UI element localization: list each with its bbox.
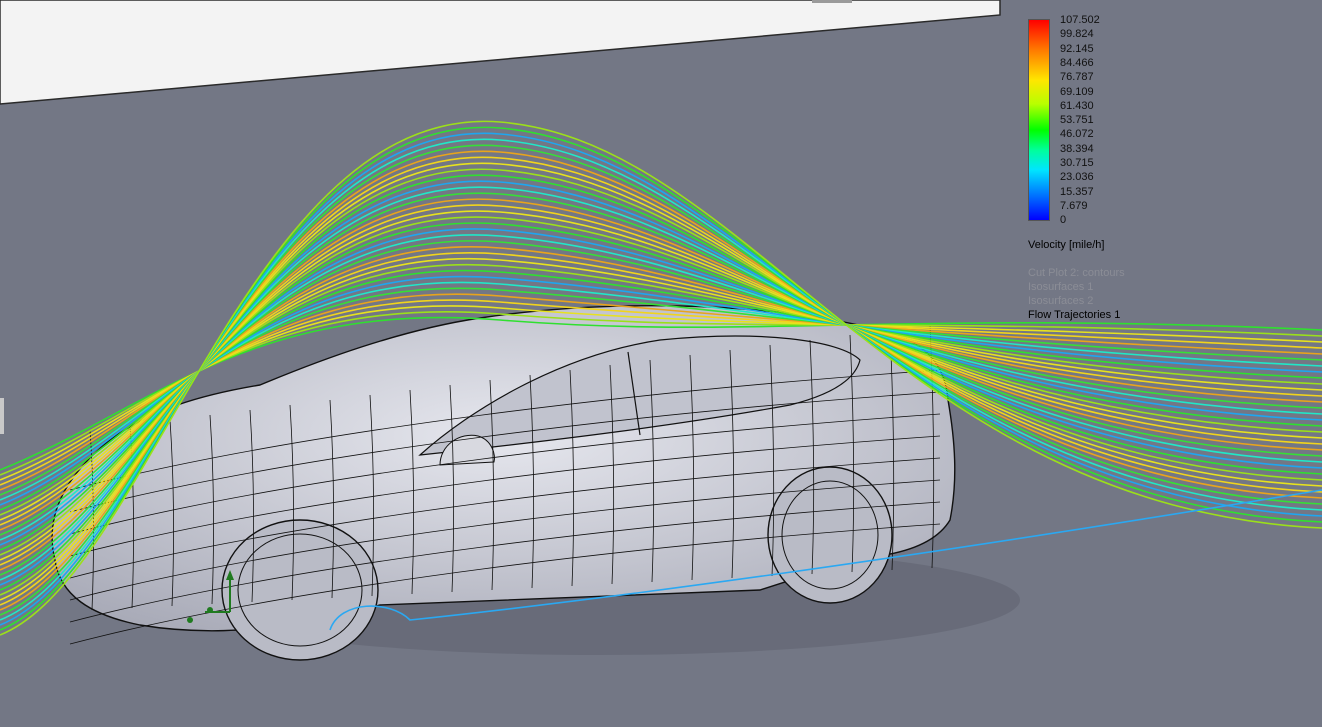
wall-tab [812, 0, 852, 3]
plot-item-cut-plot[interactable]: Cut Plot 2: contours [1028, 267, 1125, 279]
colorbar-tick-label: 107.502 [1060, 14, 1100, 26]
colorbar-tick-label: 23.036 [1060, 171, 1094, 184]
velocity-colorbar [1028, 19, 1050, 221]
rear-wheel [767, 466, 893, 604]
plot-item-flow-trajectories[interactable]: Flow Trajectories 1 [1028, 309, 1120, 321]
velocity-legend: 107.502 99.824 92.145 84.466 76.787 69.109 61.… [1026, 14, 1226, 334]
wind-tunnel-wall [0, 0, 1001, 105]
colorbar-tick-label: 99.824 [1060, 28, 1094, 41]
colorbar-tick-label: 30.715 [1060, 157, 1094, 169]
colorbar-tick-label: 38.394 [1060, 142, 1094, 155]
colorbar-tick-label: 92.145 [1060, 42, 1094, 55]
colorbar-tick-label: 0 [1060, 214, 1067, 227]
colorbar-tick-label: 61.430 [1060, 99, 1094, 112]
front-wheel [221, 519, 379, 661]
colorbar-tick-label: 7.679 [1060, 199, 1088, 212]
legend-quantity-label: Velocity [mile/h] [1028, 239, 1105, 251]
plot-item-isosurfaces-2[interactable]: Isosurfaces 2 [1028, 295, 1093, 307]
colorbar-tick-label: 46.072 [1060, 128, 1094, 141]
viewport-edge-handle[interactable] [0, 398, 4, 434]
plot-item-isosurfaces-1[interactable]: Isosurfaces 1 [1028, 281, 1093, 293]
colorbar-tick-label: 15.357 [1060, 185, 1094, 198]
colorbar-tick-label: 53.751 [1060, 114, 1094, 127]
colorbar-tick-label: 69.109 [1060, 85, 1094, 98]
colorbar-tick-label: 76.787 [1060, 71, 1094, 84]
colorbar-tick-label: 84.466 [1060, 56, 1094, 69]
